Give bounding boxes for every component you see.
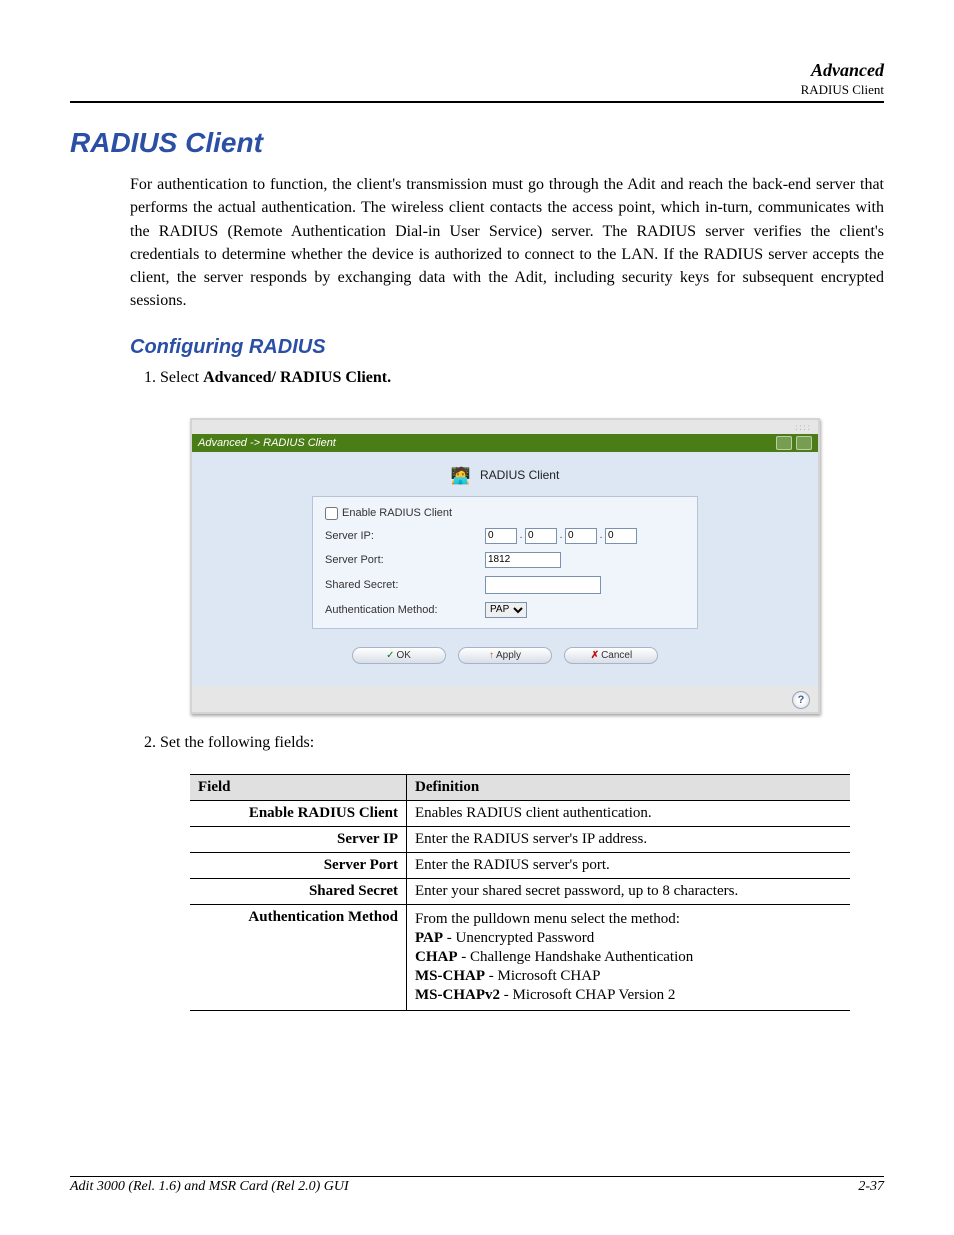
shared-secret-label: Shared Secret: <box>325 579 485 591</box>
step-1-prefix: Select <box>160 369 203 386</box>
intro-paragraph: For authentication to function, the clie… <box>130 173 884 312</box>
ip-octet-3[interactable] <box>565 528 597 544</box>
footer-page-number: 2-37 <box>858 1179 884 1195</box>
apply-button[interactable]: ↑Apply <box>458 647 552 664</box>
resize-grip-icon: :::: <box>795 423 812 432</box>
th-definition: Definition <box>407 775 851 801</box>
ip-octet-2[interactable] <box>525 528 557 544</box>
shared-secret-input[interactable] <box>485 576 601 594</box>
th-field: Field <box>190 775 407 801</box>
form-panel: Enable RADIUS Client Server IP: ... Serv… <box>312 496 698 629</box>
auth-method-select[interactable]: PAP <box>485 602 527 618</box>
server-port-input[interactable] <box>485 552 561 568</box>
page-title: RADIUS Client <box>70 127 884 159</box>
server-ip-label: Server IP: <box>325 530 485 542</box>
enable-radius-checkbox[interactable] <box>325 507 338 520</box>
cancel-button[interactable]: ✗Cancel <box>564 647 658 664</box>
server-port-label: Server Port: <box>325 554 485 566</box>
ip-octet-4[interactable] <box>605 528 637 544</box>
section-heading: Configuring RADIUS <box>130 336 884 359</box>
header-section: Advanced <box>70 60 884 82</box>
gui-screenshot: :::: Advanced -> RADIUS Client 🧑‍💻 RADIU… <box>190 418 820 714</box>
auth-method-label: Authentication Method: <box>325 604 485 616</box>
footer-product: Adit 3000 (Rel. 1.6) and MSR Card (Rel 2… <box>70 1179 349 1195</box>
step-2: Set the following fields: <box>160 732 884 754</box>
titlebar-icon-2[interactable] <box>796 436 812 450</box>
panel-title: RADIUS Client <box>480 468 559 482</box>
step-1-bold: Advanced/ RADIUS Client. <box>203 369 391 386</box>
field-definition-table: Field Definition Enable RADIUS Client En… <box>190 774 850 1011</box>
table-row: Server Port Enter the RADIUS server's po… <box>190 853 850 879</box>
table-row: Enable RADIUS Client Enables RADIUS clie… <box>190 801 850 827</box>
step-1: Select Advanced/ RADIUS Client. <box>160 367 884 389</box>
enable-radius-label: Enable RADIUS Client <box>342 507 452 519</box>
breadcrumb: Advanced -> RADIUS Client <box>198 437 336 449</box>
steps-list: Select Advanced/ RADIUS Client. <box>140 367 884 397</box>
help-icon[interactable]: ? <box>792 691 810 709</box>
ok-button[interactable]: ✓OK <box>352 647 446 664</box>
titlebar-icon-1[interactable] <box>776 436 792 450</box>
ip-octet-1[interactable] <box>485 528 517 544</box>
header-rule <box>70 101 884 103</box>
table-row: Server IP Enter the RADIUS server's IP a… <box>190 827 850 853</box>
steps-list-cont: Set the following fields: <box>140 732 884 762</box>
table-row: Shared Secret Enter your shared secret p… <box>190 879 850 905</box>
radius-client-icon: 🧑‍💻 <box>451 466 471 486</box>
header-subsection: RADIUS Client <box>70 82 884 98</box>
table-row: Authentication Method From the pulldown … <box>190 905 850 1011</box>
